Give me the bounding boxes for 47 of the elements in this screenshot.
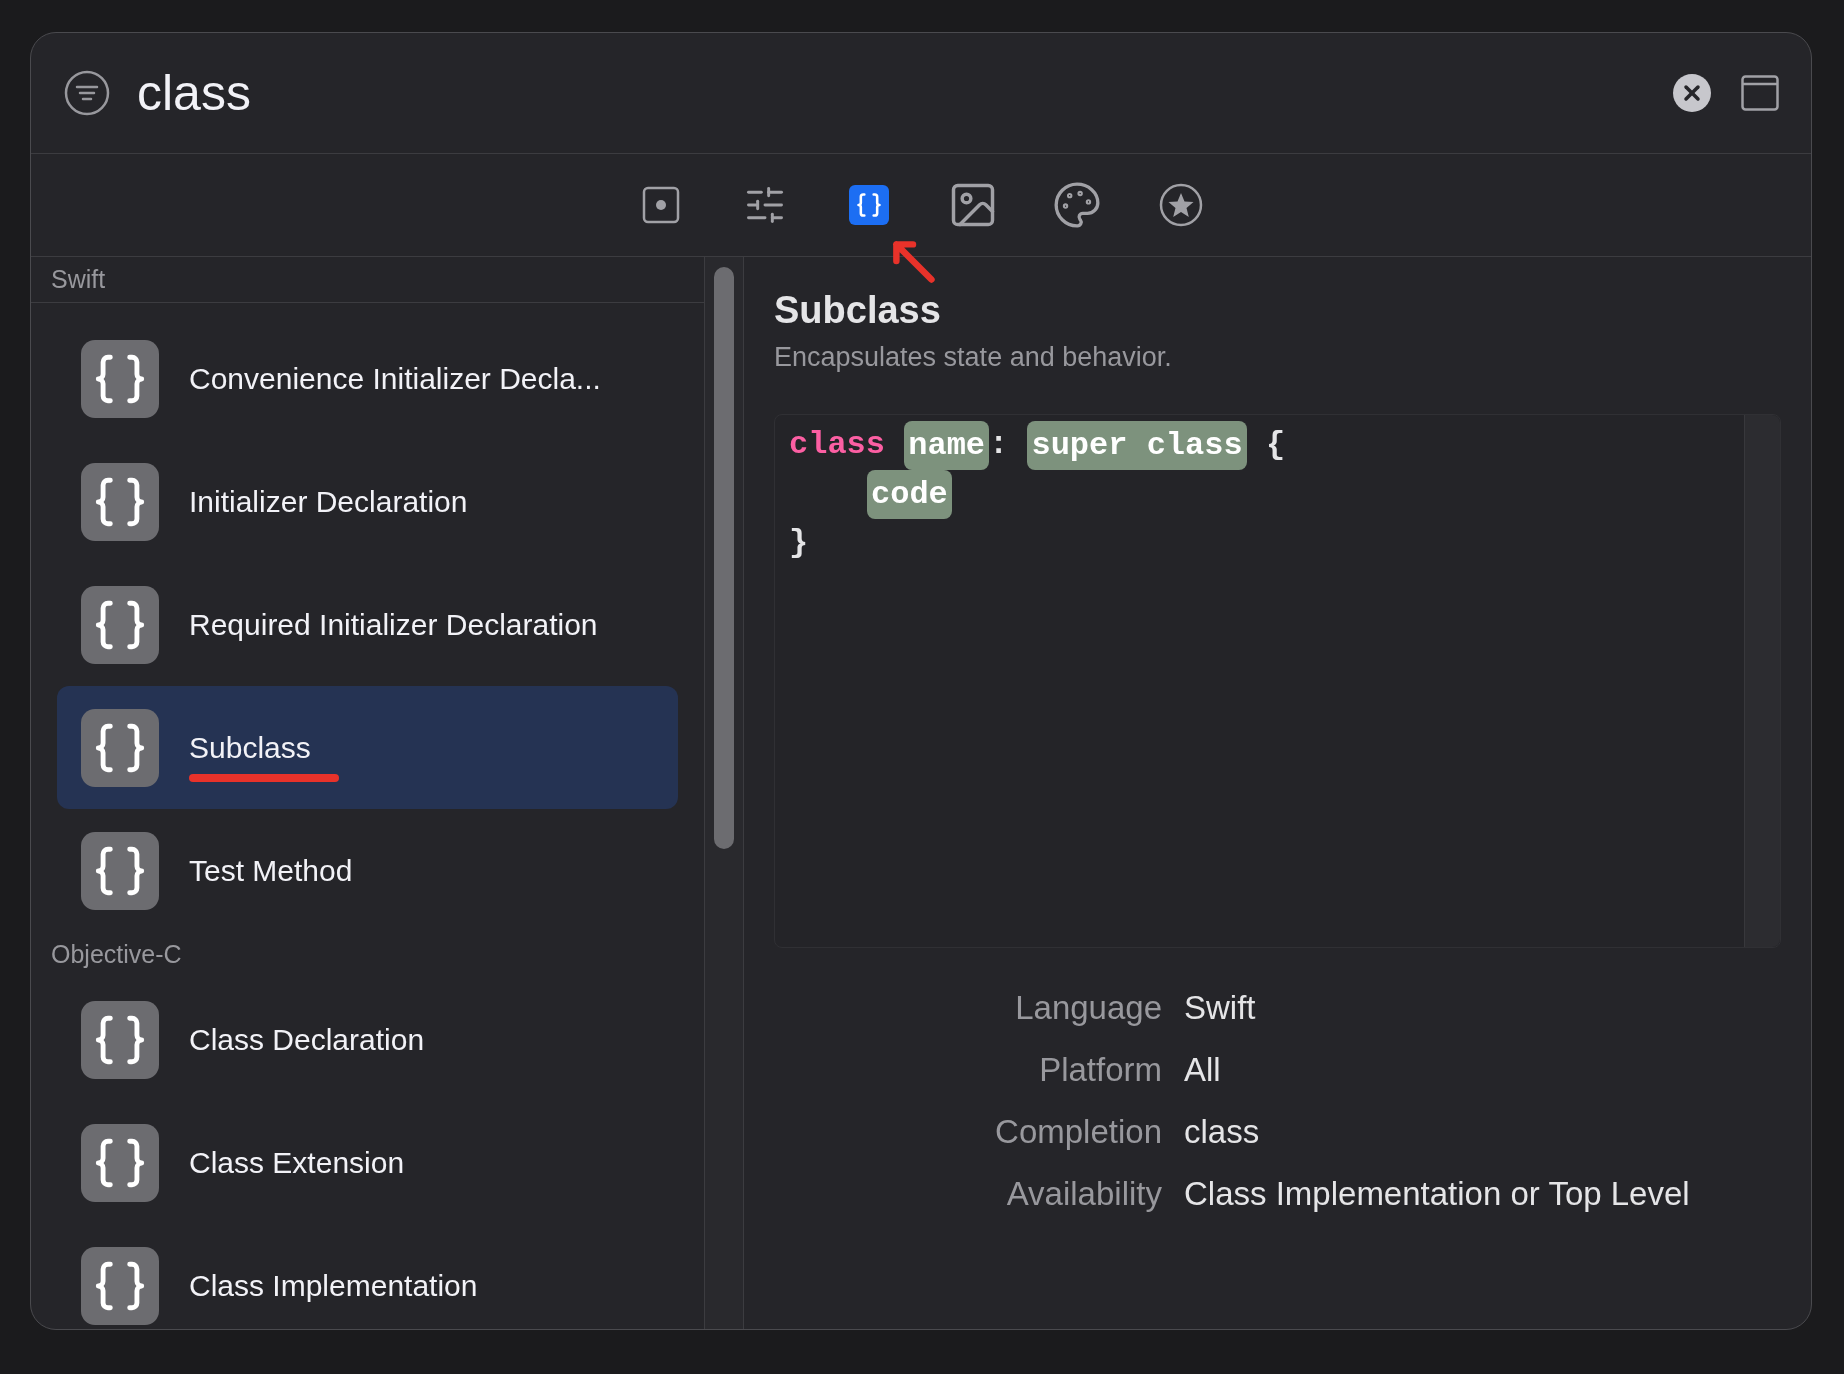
scrollbar-thumb[interactable]: [714, 267, 734, 849]
property-label: Completion: [994, 1111, 1162, 1152]
palette-icon: [1052, 180, 1102, 230]
snippet-item[interactable]: Class Implementation: [57, 1224, 678, 1329]
clear-button[interactable]: [1673, 74, 1711, 112]
property-label: Platform: [1038, 1049, 1162, 1090]
braces-icon: [81, 708, 159, 787]
snippet-title: Initializer Declaration: [189, 485, 468, 518]
snippet-title: Test Method: [189, 854, 353, 887]
snippet-title: Subclass: [189, 731, 311, 764]
snippet-heading: Subclass: [774, 289, 941, 331]
snippet-title: Class Extension: [189, 1146, 405, 1179]
snippet-item[interactable]: Convenience Initializer Decla...: [57, 317, 678, 440]
snippet-title: Required Initializer Declaration: [189, 608, 598, 641]
code-text: :: [989, 424, 1010, 465]
snippet-item[interactable]: Test Method: [57, 809, 678, 932]
snippet-description: Encapsulates state and behavior.: [774, 341, 1173, 374]
braces-icon: [81, 831, 159, 910]
property-label: Language: [1014, 987, 1162, 1028]
braces-icon: [81, 585, 159, 664]
property-label: Availability: [1005, 1173, 1162, 1214]
snippet-item[interactable]: Class Extension: [57, 1101, 678, 1224]
braces-icon: [81, 339, 159, 418]
braces-icon: [855, 191, 883, 219]
snippet-item[interactable]: Subclass: [57, 686, 678, 809]
braces-icon: [81, 462, 159, 541]
property-value: class: [1184, 1111, 1261, 1152]
snippet-title: Class Declaration: [189, 1023, 425, 1056]
code-text: {: [1264, 424, 1286, 465]
section-header: Objective-C: [51, 939, 182, 971]
code-keyword: class: [789, 424, 886, 465]
snippet-item[interactable]: Required Initializer Declaration: [57, 563, 678, 686]
braces-icon: [81, 1000, 159, 1079]
snippet-title: Convenience Initializer Decla...: [189, 362, 601, 395]
section-header: Swift: [51, 263, 106, 295]
snippet-item[interactable]: Initializer Declaration: [57, 440, 678, 563]
filter-icon[interactable]: [63, 69, 111, 117]
snippet-item[interactable]: Class Declaration: [57, 978, 678, 1101]
property-value: Class Implementation or Top Level: [1184, 1173, 1691, 1214]
property-value: Swift: [1184, 987, 1257, 1028]
search-field[interactable]: class: [137, 55, 1673, 131]
braces-icon: [81, 1246, 159, 1325]
snippet-title: Class Implementation: [189, 1269, 478, 1302]
property-value: All: [1184, 1049, 1222, 1090]
code-text: }: [789, 522, 809, 563]
braces-icon: [81, 1123, 159, 1202]
window-layout-icon[interactable]: [1741, 75, 1779, 111]
